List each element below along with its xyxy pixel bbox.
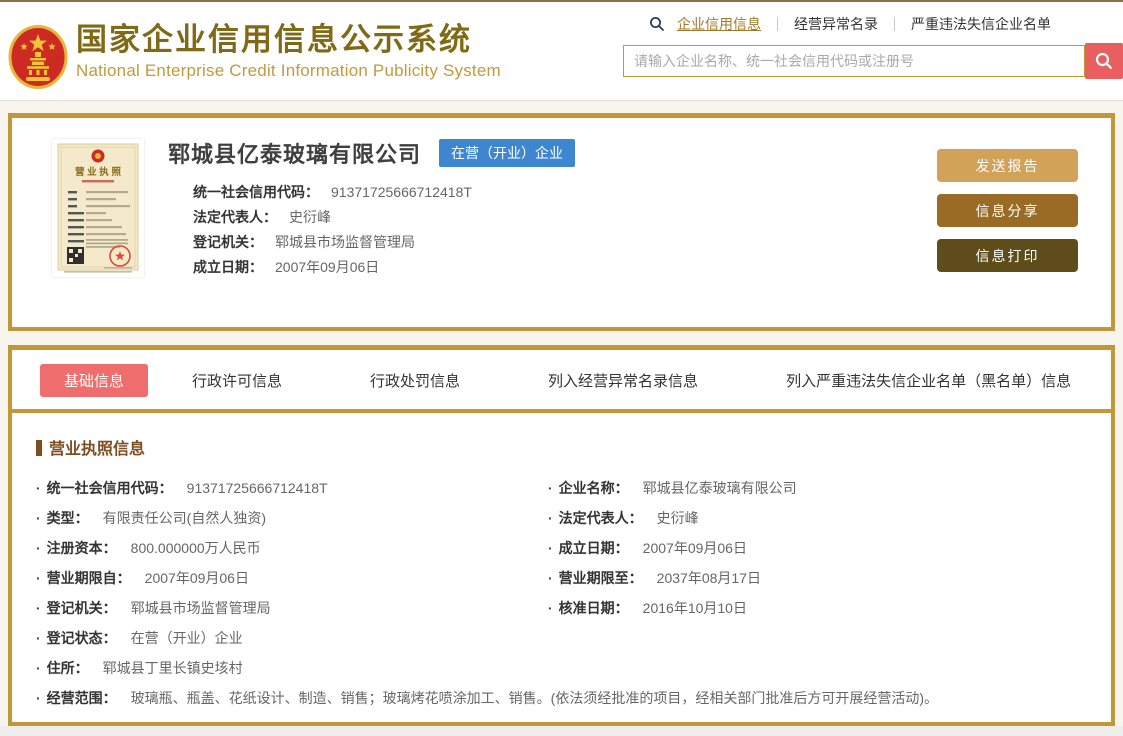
- info-print-button[interactable]: 信息打印: [937, 239, 1078, 272]
- detail-field-value: 800.000000万人民币: [130, 540, 261, 556]
- national-emblem-logo: [8, 25, 68, 89]
- detail-field: 统一社会信用代码： 91371725666712418T: [36, 473, 548, 503]
- detail-field-value: 郓城县丁里长镇史垓村: [102, 660, 243, 676]
- search-button-icon: [1095, 52, 1113, 70]
- search-area: 企业信用信息 经营异常名录 严重违法失信企业名单: [623, 14, 1123, 79]
- action-buttons: 发送报告信息分享信息打印: [937, 149, 1078, 327]
- detail-field-value: 91371725666712418T: [186, 480, 328, 496]
- detail-field-label: 类型：: [46, 510, 89, 526]
- detail-field-value: 有限责任公司(自然人独资): [102, 510, 266, 526]
- detail-field-label: 注册资本：: [46, 540, 117, 556]
- field-label: 成立日期：: [193, 259, 263, 275]
- page: 国家企业信用信息公示系统 National Enterprise Credit …: [0, 0, 1123, 736]
- info-share-button[interactable]: 信息分享: [937, 194, 1078, 227]
- company-status-badge: 在营（开业）企业: [439, 139, 576, 167]
- company-search-input[interactable]: [623, 45, 1085, 77]
- top-nav: 企业信用信息 经营异常名录 严重违法失信企业名单: [649, 14, 1123, 34]
- site-title: 国家企业信用信息公示系统: [76, 22, 472, 57]
- detail-field-value: 2016年10月10日: [642, 600, 747, 616]
- section-title-marker: [36, 440, 42, 456]
- company-field-row: 登记机关： 郓城县市场监督管理局: [193, 230, 937, 255]
- detail-field-label: 成立日期：: [558, 540, 629, 556]
- send-report-button[interactable]: 发送报告: [937, 149, 1078, 182]
- company-summary-card: 营 业 执 照 郓城县亿泰玻璃有限公司 在营（开业）企业 统一社会信用代码： 9…: [8, 113, 1115, 331]
- detail-field-value: 2007年09月06日: [144, 570, 249, 586]
- detail-field-label: 法定代表人：: [558, 510, 643, 526]
- detail-field: 核准日期： 2016年10月10日: [548, 593, 1091, 623]
- detail-field-value: 在营（开业）企业: [130, 630, 243, 646]
- detail-field: [548, 623, 1091, 653]
- field-value: 史衍峰: [289, 209, 331, 225]
- detail-field-value: 2037年08月17日: [656, 570, 761, 586]
- field-label: 法定代表人：: [193, 209, 277, 225]
- business-license-image: 营 业 执 照: [52, 139, 144, 277]
- field-value: 91371725666712418T: [331, 184, 472, 200]
- tab-3[interactable]: 列入经营异常名录信息: [504, 370, 742, 391]
- tab-4[interactable]: 列入严重违法失信企业名单（黑名单）信息: [742, 370, 1115, 391]
- detail-field: 经营范围： 玻璃瓶、瓶盖、花纸设计、制造、销售；玻璃烤花喷涂加工、销售。(依法须经…: [36, 683, 1091, 713]
- site-subtitle: National Enterprise Credit Information P…: [76, 61, 501, 80]
- company-fields: 统一社会信用代码： 91371725666712418T 法定代表人： 史衍峰登记机关…: [168, 180, 937, 280]
- nav-link-1[interactable]: 经营异常名录: [792, 14, 880, 34]
- detail-field: 营业期限自： 2007年09月06日: [36, 563, 548, 593]
- company-field-row: 法定代表人： 史衍峰: [193, 205, 937, 230]
- detail-field-label: 核准日期：: [558, 600, 629, 616]
- detail-field-label: 登记机关：: [46, 600, 117, 616]
- tab-0[interactable]: 基础信息: [40, 364, 149, 397]
- detail-field-value: 2007年09月06日: [642, 540, 747, 556]
- detail-field-label: 登记状态：: [46, 630, 117, 646]
- svg-text:营 业 执 照: 营 业 执 照: [75, 166, 121, 178]
- brand-text: 国家企业信用信息公示系统 National Enterprise Credit …: [76, 22, 501, 81]
- site-header: 国家企业信用信息公示系统 National Enterprise Credit …: [0, 0, 1123, 101]
- company-field-row: 成立日期： 2007年09月06日: [193, 255, 937, 280]
- field-value: 郓城县市场监督管理局: [275, 234, 415, 250]
- tab-2[interactable]: 行政处罚信息: [326, 370, 504, 391]
- tabs: 基础信息 行政许可信息 行政处罚信息 列入经营异常名录信息 列入严重违法失信企业名单（黑…: [12, 350, 1111, 409]
- nav-link-0[interactable]: 企业信用信息: [675, 14, 763, 34]
- detail-field-label: 住所：: [46, 660, 89, 676]
- detail-field-label: 营业期限自：: [46, 570, 131, 586]
- tab-1[interactable]: 行政许可信息: [148, 370, 326, 391]
- search-button[interactable]: [1085, 43, 1123, 79]
- detail-field: 登记机关： 郓城县市场监督管理局: [36, 593, 548, 623]
- detail-field-value: 郓城县亿泰玻璃有限公司: [642, 480, 797, 496]
- detail-field-label: 统一社会信用代码：: [46, 480, 173, 496]
- detail-field: 登记状态： 在营（开业）企业: [36, 623, 548, 653]
- brand: 国家企业信用信息公示系统 National Enterprise Credit …: [8, 22, 501, 89]
- field-label: 统一社会信用代码：: [193, 184, 319, 200]
- detail-field: 住所： 郓城县丁里长镇史垓村: [36, 653, 548, 683]
- nav-divider: [894, 17, 895, 31]
- detail-field-label: 经营范围：: [46, 690, 117, 706]
- detail-card: 基础信息 行政许可信息 行政处罚信息 列入经营异常名录信息 列入严重违法失信企业名单（黑…: [8, 345, 1115, 726]
- detail-field-value: 郓城县市场监督管理局: [130, 600, 271, 616]
- detail-field: 类型： 有限责任公司(自然人独资): [36, 503, 548, 533]
- detail-field: 营业期限至： 2037年08月17日: [548, 563, 1091, 593]
- company-field-row: 统一社会信用代码： 91371725666712418T: [193, 180, 937, 205]
- detail-field: 法定代表人： 史衍峰: [548, 503, 1091, 533]
- search-row: [623, 43, 1123, 79]
- nav-divider: [777, 17, 778, 31]
- detail-field: [548, 653, 1091, 683]
- field-label: 登记机关：: [193, 234, 263, 250]
- company-info: 郓城县亿泰玻璃有限公司 在营（开业）企业 统一社会信用代码： 9137172566…: [168, 135, 937, 327]
- nav-link-2[interactable]: 严重违法失信企业名单: [909, 14, 1053, 34]
- detail-field-value: 玻璃瓶、瓶盖、花纸设计、制造、销售；玻璃烤花喷涂加工、销售。(依法须经批准的项目…: [130, 690, 938, 706]
- detail-field-value: 史衍峰: [656, 510, 699, 526]
- field-value: 2007年09月06日: [275, 259, 380, 275]
- section-title: 营业执照信息: [36, 435, 1091, 459]
- detail-field: 企业名称： 郓城县亿泰玻璃有限公司: [548, 473, 1091, 503]
- detail-field: 成立日期： 2007年09月06日: [548, 533, 1091, 563]
- detail-field: 注册资本： 800.000000万人民币: [36, 533, 548, 563]
- company-name: 郓城县亿泰玻璃有限公司: [168, 142, 422, 167]
- content: 营 业 执 照 郓城县亿泰玻璃有限公司 在营（开业）企业 统一社会信用代码： 9…: [0, 101, 1123, 726]
- detail-field-label: 营业期限至：: [558, 570, 643, 586]
- search-icon: [650, 17, 665, 32]
- detail-field-label: 企业名称：: [558, 480, 629, 496]
- detail-grid: 统一社会信用代码： 91371725666712418T 企业名称： 郓城县亿泰玻璃有…: [36, 473, 1091, 713]
- detail-section: 营业执照信息 统一社会信用代码： 91371725666712418T 企业名称： 郓…: [12, 413, 1111, 713]
